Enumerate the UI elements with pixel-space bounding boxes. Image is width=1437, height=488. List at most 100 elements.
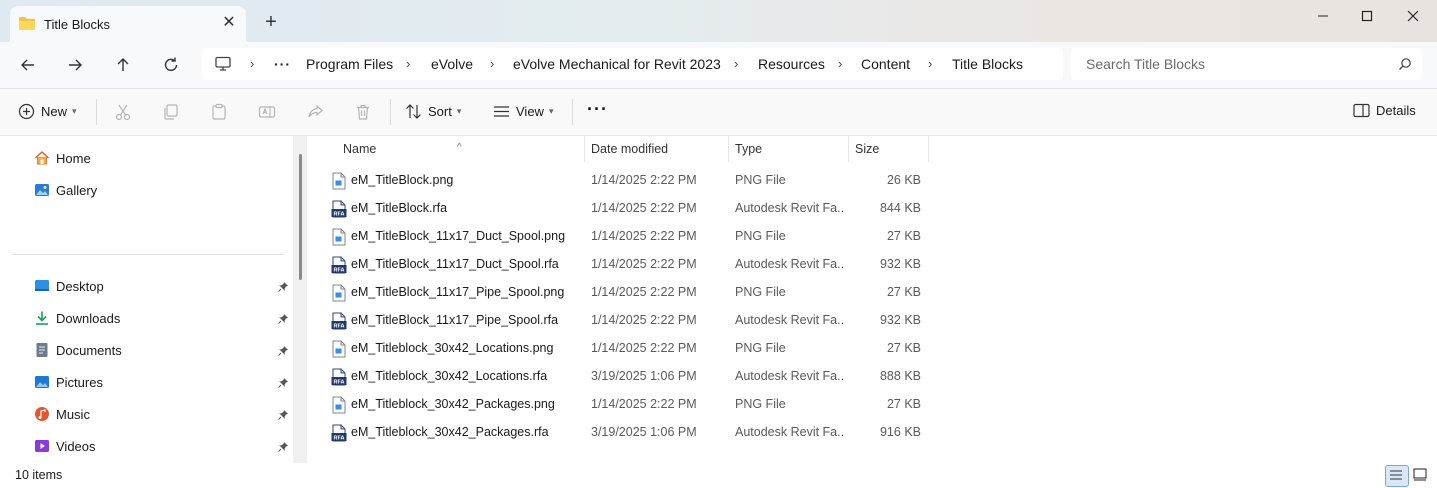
divider: [96, 99, 97, 125]
breadcrumb-ellipsis[interactable]: ···: [274, 56, 291, 72]
up-button[interactable]: [113, 55, 135, 77]
table-row[interactable]: RFA eM_Titleblock_30x42_Packages.rfa 3/19/…: [326, 418, 932, 446]
tab-title-blocks[interactable]: Title Blocks ✕: [10, 6, 246, 42]
sidebar-item-pictures[interactable]: Pictures: [34, 374, 103, 390]
breadcrumb-evolve[interactable]: eVolve: [431, 56, 473, 72]
sidebar-item-label: Music: [56, 406, 90, 422]
paste-button[interactable]: [210, 103, 228, 124]
computer-icon: [214, 56, 232, 75]
table-row[interactable]: RFA eM_Titleblock_30x42_Locations.rfa 3/19…: [326, 362, 932, 390]
table-row[interactable]: eM_TitleBlock_11x17_Pipe_Spool.png 1/14/2…: [326, 278, 932, 306]
column-divider[interactable]: [928, 136, 929, 162]
arrow-right-icon: [69, 59, 82, 71]
breadcrumb-title-blocks[interactable]: Title Blocks: [952, 56, 1023, 72]
pin-icon[interactable]: [278, 280, 289, 295]
file-type: Autodesk Revit Fa...: [735, 369, 843, 383]
sidebar-item-home[interactable]: Home: [34, 150, 91, 166]
file-name: eM_TitleBlock_11x17_Pipe_Spool.rfa: [351, 313, 559, 327]
sidebar-item-desktop[interactable]: Desktop: [34, 278, 104, 294]
trash-icon: [357, 104, 369, 120]
new-tab-button[interactable]: +: [261, 12, 281, 32]
table-row[interactable]: eM_TitleBlock.png 1/14/2025 2:22 PM PNG Fi…: [326, 166, 932, 194]
tiles-view-button[interactable]: [1410, 465, 1432, 485]
table-row[interactable]: eM_TitleBlock_11x17_Duct_Spool.png 1/14/2…: [326, 222, 932, 250]
command-bar: New ▾ Sort ▾ View ▾ ··· Details: [0, 89, 1437, 136]
png-file-icon: [331, 172, 347, 193]
breadcrumb-content[interactable]: Content: [861, 56, 910, 72]
forward-button[interactable]: [65, 55, 87, 77]
search-box[interactable]: Search Title Blocks: [1071, 48, 1422, 80]
pin-icon[interactable]: [278, 440, 289, 455]
cut-button[interactable]: [114, 103, 132, 124]
view-label: View: [516, 104, 544, 119]
file-date-modified: 3/19/2025 1:06 PM: [591, 369, 697, 383]
column-divider[interactable]: [728, 136, 729, 162]
sidebar-item-label: Desktop: [56, 278, 104, 294]
share-button[interactable]: [306, 103, 324, 124]
file-type: PNG File: [735, 341, 786, 355]
file-date-modified: 1/14/2025 2:22 PM: [591, 201, 697, 215]
pin-icon[interactable]: [278, 344, 289, 359]
column-header-size[interactable]: Size: [855, 142, 879, 156]
table-row[interactable]: eM_Titleblock_30x42_Locations.png 1/14/20…: [326, 334, 932, 362]
scissors-icon: [115, 104, 131, 121]
documents-icon: [36, 343, 48, 357]
table-row[interactable]: RFA eM_TitleBlock_11x17_Duct_Spool.rfa 1/1…: [326, 250, 932, 278]
file-date-modified: 3/19/2025 1:06 PM: [591, 425, 697, 439]
scrollbar-thumb[interactable]: [299, 154, 302, 280]
pin-icon[interactable]: [278, 376, 289, 391]
table-row[interactable]: RFA eM_TitleBlock_11x17_Pipe_Spool.rfa 1/1…: [326, 306, 932, 334]
details-button[interactable]: Details: [1353, 103, 1416, 118]
pin-icon[interactable]: [278, 312, 289, 327]
breadcrumb-program-files[interactable]: Program Files: [306, 56, 393, 72]
rfa-badge-text: RFA: [334, 268, 345, 274]
chevron-right-icon: ›: [838, 56, 843, 71]
rfa-badge-text: RFA: [334, 324, 345, 330]
sidebar-item-music[interactable]: Music: [34, 406, 90, 422]
delete-button[interactable]: [354, 103, 372, 124]
file-type: PNG File: [735, 397, 786, 411]
more-options-button[interactable]: ···: [587, 99, 608, 120]
sidebar-item-documents[interactable]: Documents: [34, 342, 122, 358]
column-divider[interactable]: [848, 136, 849, 162]
sidebar-item-downloads[interactable]: Downloads: [34, 310, 120, 326]
close-window-button[interactable]: [1390, 6, 1436, 26]
refresh-icon: [164, 57, 178, 71]
details-view-button[interactable]: [1385, 465, 1409, 487]
navigation-pane: Home Gallery Desktop Downloads Documents…: [0, 136, 296, 463]
search-input[interactable]: Search Title Blocks: [1086, 56, 1205, 72]
column-divider[interactable]: [584, 136, 585, 162]
column-header-type[interactable]: Type: [735, 142, 762, 156]
column-header-date[interactable]: Date modified: [591, 142, 668, 156]
music-icon: [35, 407, 49, 421]
sidebar-item-videos[interactable]: Videos: [34, 438, 96, 454]
sidebar-scrollbar[interactable]: [293, 136, 307, 463]
view-button[interactable]: View ▾: [493, 103, 553, 120]
sort-button[interactable]: Sort ▾: [405, 103, 461, 120]
chevron-right-icon: ›: [928, 56, 933, 71]
column-header-name[interactable]: Name: [343, 142, 376, 156]
address-bar[interactable]: › ··· Program Files › eVolve › eVolve Me…: [202, 48, 1063, 80]
rename-button[interactable]: [258, 103, 276, 124]
table-row[interactable]: eM_Titleblock_30x42_Packages.png 1/14/202…: [326, 390, 932, 418]
back-button[interactable]: [18, 55, 40, 77]
folder-icon: [18, 16, 36, 34]
new-button[interactable]: New ▾: [18, 103, 77, 120]
breadcrumb-evolve-mechanical[interactable]: eVolve Mechanical for Revit 2023: [513, 56, 721, 72]
pin-icon[interactable]: [278, 408, 289, 423]
file-name: eM_TitleBlock.rfa: [351, 201, 448, 215]
file-date-modified: 1/14/2025 2:22 PM: [591, 173, 697, 187]
arrow-left-icon: [21, 59, 34, 71]
copy-button[interactable]: [162, 103, 180, 124]
share-icon: [308, 104, 323, 118]
rename-icon: [258, 106, 276, 118]
breadcrumb-resources[interactable]: Resources: [758, 56, 825, 72]
sidebar-item-label: Home: [56, 150, 91, 166]
refresh-button[interactable]: [161, 55, 183, 77]
maximize-button[interactable]: [1344, 6, 1390, 26]
sidebar-item-gallery[interactable]: Gallery: [34, 182, 97, 198]
close-tab-icon[interactable]: ✕: [220, 14, 238, 32]
minimize-button[interactable]: [1300, 6, 1346, 26]
table-row[interactable]: RFA eM_TitleBlock.rfa 1/14/2025 2:22 PM Aut…: [326, 194, 932, 222]
file-size: 27 KB: [886, 397, 921, 411]
